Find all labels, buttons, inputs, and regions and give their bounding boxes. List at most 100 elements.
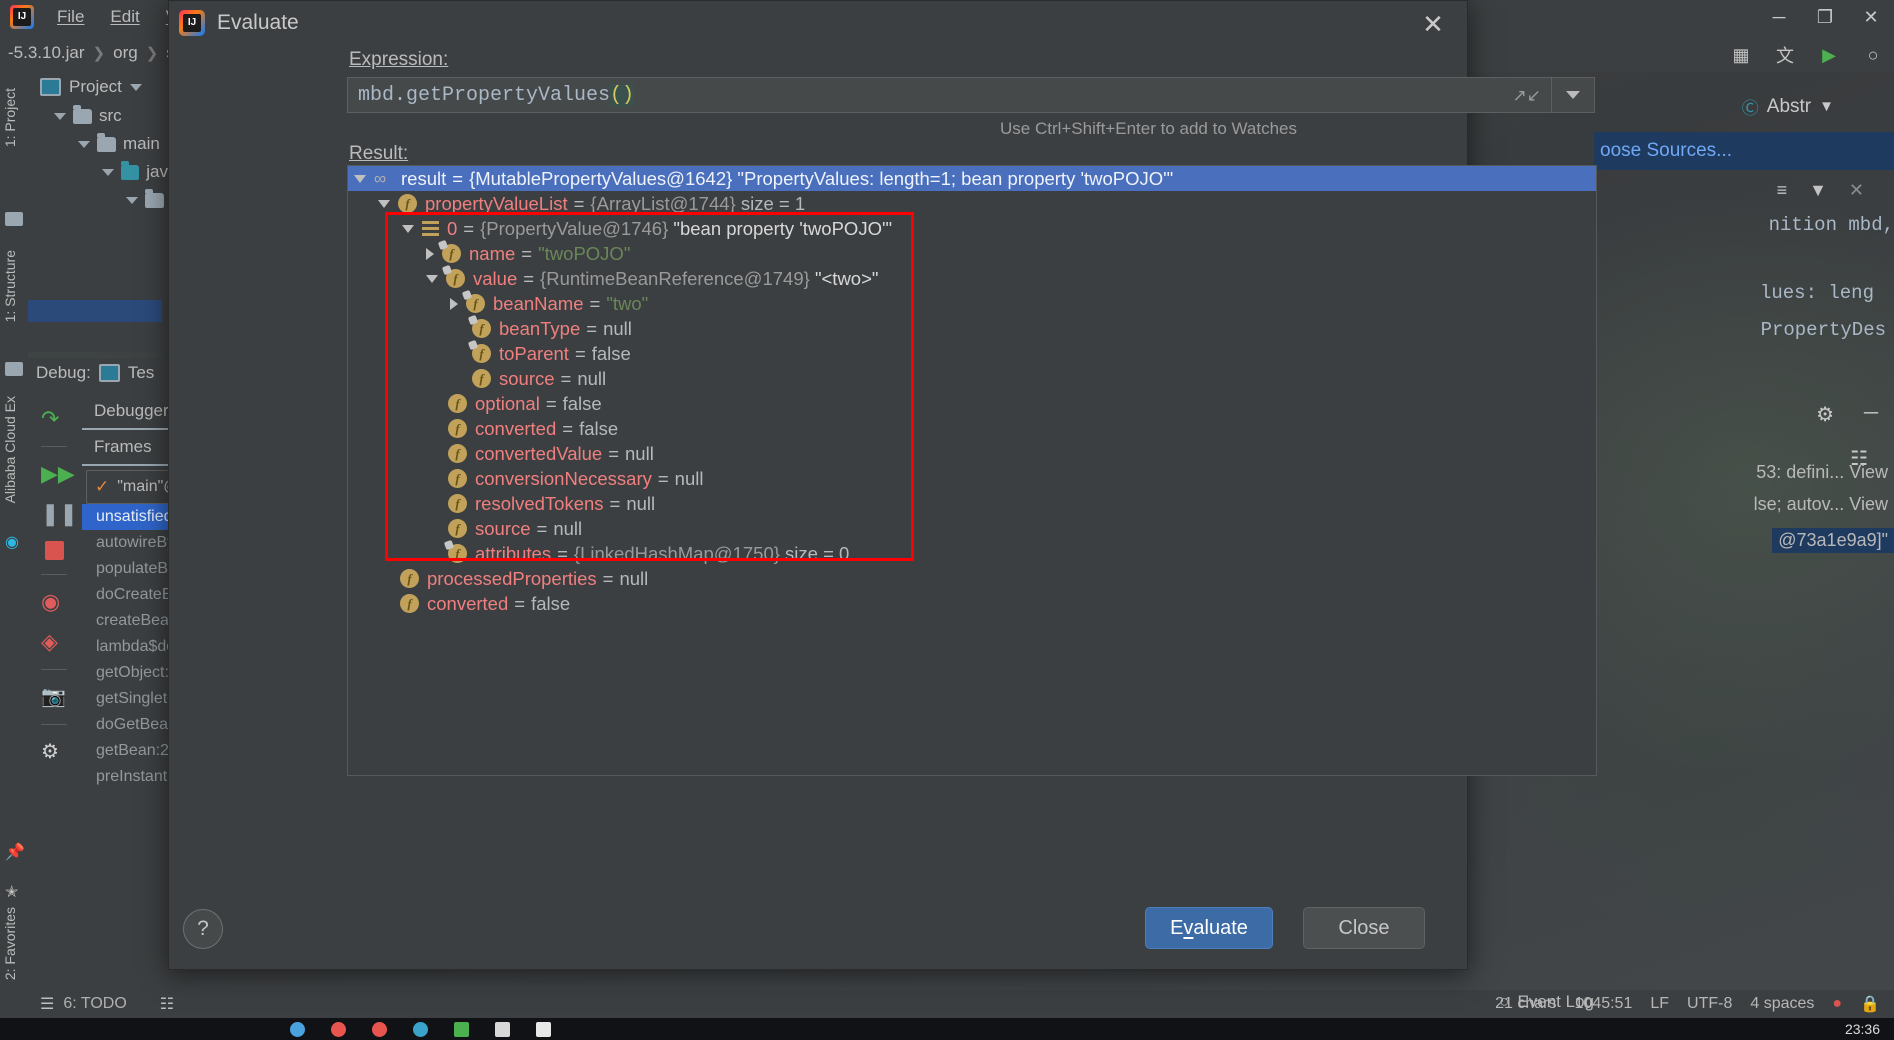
tree-row[interactable]: f beanType = null [348, 316, 1596, 341]
expand-arrow-icon[interactable] [354, 174, 366, 183]
tree-row[interactable]: f beanName = "two" [348, 291, 1596, 316]
indent-setting[interactable]: 4 spaces [1750, 995, 1814, 1013]
close-icon[interactable]: ✕ [1848, 0, 1894, 34]
expand-arrow-icon[interactable] [426, 274, 438, 283]
tree-row-value: false [531, 592, 571, 614]
view-breakpoints-icon[interactable]: ◉ [41, 589, 67, 615]
breadcrumb-item-org[interactable]: org [105, 43, 146, 63]
menu-file[interactable]: File [44, 3, 97, 31]
resume-program-icon[interactable]: ↷ [41, 406, 67, 432]
mute-breakpoints-icon[interactable]: ◈ [41, 629, 67, 655]
search-icon[interactable]: ○ [1860, 44, 1886, 66]
tree-row-name: toParent [499, 342, 569, 364]
taskbar-app-icon[interactable] [536, 1021, 551, 1037]
restore-icon[interactable]: ❐ [1802, 0, 1848, 34]
tree-row[interactable]: f resolvedTokens = null [348, 491, 1596, 516]
divider [41, 724, 67, 725]
project-tree-item-package[interactable] [28, 186, 168, 214]
field-icon: f [400, 594, 419, 613]
stop-icon[interactable] [44, 541, 64, 560]
tool-tab-project[interactable]: 1: Project [2, 88, 18, 147]
run-icon[interactable]: ▶ [1816, 44, 1842, 66]
menu-edit[interactable]: Edit [97, 3, 152, 31]
dialog-close-button[interactable]: ✕ [1405, 5, 1461, 43]
gear-icon[interactable]: ⚙ [41, 739, 67, 765]
translate-icon[interactable]: 文 [1772, 44, 1798, 66]
pause-icon[interactable]: ❚❚ [41, 501, 78, 527]
project-structure-icon[interactable]: ▦ [1728, 44, 1754, 66]
minimize-icon[interactable]: ─ [1756, 0, 1802, 34]
variable-row[interactable]: 53: defini... View [1756, 462, 1888, 483]
taskbar-app-icon[interactable] [331, 1021, 346, 1037]
chevron-down-icon[interactable] [129, 83, 142, 91]
tree-row[interactable]: f value = {RuntimeBeanReference@1749} "<two… [348, 266, 1596, 291]
project-panel-header[interactable]: Project [28, 72, 168, 102]
step-over-icon[interactable]: ▶▶ [41, 461, 75, 487]
tree-row[interactable]: f name = "twoPOJO" [348, 241, 1596, 266]
tree-row[interactable]: ∞ result = {MutablePropertyValues@1642} "Pr… [348, 166, 1596, 191]
tree-row[interactable]: f converted = false [348, 591, 1596, 616]
tree-row[interactable]: f converted = false [348, 416, 1596, 441]
collapse-icon[interactable]: ─ [1864, 402, 1878, 425]
gear-icon[interactable]: ⚙ [1816, 402, 1834, 427]
expand-editor-icon[interactable]: ↗↙ [1513, 86, 1542, 106]
terminal-icon[interactable]: ☷ [160, 994, 174, 1014]
file-encoding[interactable]: UTF-8 [1687, 995, 1732, 1013]
tree-row[interactable]: f processedProperties = null [348, 566, 1596, 591]
choose-sources-bar[interactable]: oose Sources... [1594, 132, 1894, 170]
filter-icon[interactable]: ▼ [1809, 180, 1827, 201]
expand-arrow-icon[interactable] [126, 196, 138, 204]
close-button[interactable]: Close [1303, 907, 1425, 949]
line-separator[interactable]: LF [1650, 995, 1669, 1013]
debug-config-name[interactable]: Tes [128, 363, 154, 383]
tool-tab-favorites[interactable]: 2: Favorites [2, 907, 18, 980]
taskbar-app-icon[interactable] [454, 1021, 469, 1037]
sort-icon[interactable]: ≡ [1777, 180, 1788, 201]
taskbar-clock[interactable]: 23:36 [1845, 1018, 1880, 1040]
tree-row[interactable]: f attributes = {LinkedHashMap@1750} size = … [348, 541, 1596, 566]
todo-button[interactable]: ☰ 6: TODO ☷ [0, 994, 174, 1014]
expression-input[interactable]: mbd.getPropertyValues() ↗↙ [347, 77, 1551, 113]
expand-arrow-icon[interactable] [78, 140, 90, 148]
tree-row[interactable]: f propertyValueList = {ArrayList@1744} size… [348, 191, 1596, 216]
expression-history-dropdown[interactable] [1551, 77, 1595, 113]
project-tree-item-java[interactable]: jav [28, 158, 168, 186]
expand-arrow-icon[interactable] [402, 224, 414, 233]
tree-row[interactable]: f source = null [348, 516, 1596, 541]
tree-row[interactable]: f conversionNecessary = null [348, 466, 1596, 491]
evaluate-button[interactable]: Evaluate [1145, 907, 1273, 949]
taskbar-app-icon[interactable] [290, 1021, 305, 1037]
tool-tab-alibaba[interactable]: Alibaba Cloud Ex [2, 396, 18, 503]
equals-sign: = [562, 417, 574, 439]
tree-row[interactable]: f convertedValue = null [348, 441, 1596, 466]
camera-icon[interactable]: 📷 [41, 684, 67, 710]
tree-row[interactable]: f optional = false [348, 391, 1596, 416]
chevron-down-icon[interactable]: ▼ [1819, 98, 1834, 115]
project-tree-item-src[interactable]: src [28, 102, 168, 130]
taskbar-app-icon[interactable] [372, 1021, 387, 1037]
expand-arrow-icon[interactable] [378, 199, 390, 208]
help-button[interactable]: ? [183, 909, 223, 949]
expand-arrow-icon[interactable] [426, 247, 434, 260]
event-log-button[interactable]: ○ Event Log [1499, 992, 1594, 1012]
tree-row[interactable]: f source = null [348, 366, 1596, 391]
variable-row[interactable]: lse; autov... View [1754, 494, 1888, 515]
breadcrumb-item-jar[interactable]: -5.3.10.jar [0, 43, 93, 63]
taskbar-app-icon[interactable] [495, 1021, 510, 1037]
tree-row[interactable]: f toParent = false [348, 341, 1596, 366]
tool-tab-structure[interactable]: 1: Structure [2, 250, 18, 322]
editor-tab[interactable]: Ⓒ Abstr ▼ [1742, 94, 1834, 119]
project-tree-item-main[interactable]: main [28, 130, 168, 158]
expand-arrow-icon[interactable] [450, 297, 458, 310]
expand-arrow-icon[interactable] [54, 112, 66, 120]
project-selected-row[interactable] [28, 300, 162, 322]
equals-sign: = [608, 442, 619, 464]
inspection-icon[interactable]: ● [1832, 995, 1842, 1013]
result-tree[interactable]: ∞ result = {MutablePropertyValues@1642} "Pr… [347, 165, 1597, 776]
tree-row[interactable]: 0 = {PropertyValue@1746} "bean property 't… [348, 216, 1596, 241]
lock-icon[interactable]: 🔒 [1860, 994, 1880, 1014]
variable-row-selected[interactable]: @73a1e9a9]" [1772, 528, 1894, 553]
taskbar-app-icon[interactable] [413, 1021, 428, 1037]
expand-arrow-icon[interactable] [102, 168, 114, 176]
close-icon[interactable]: ✕ [1849, 180, 1864, 201]
